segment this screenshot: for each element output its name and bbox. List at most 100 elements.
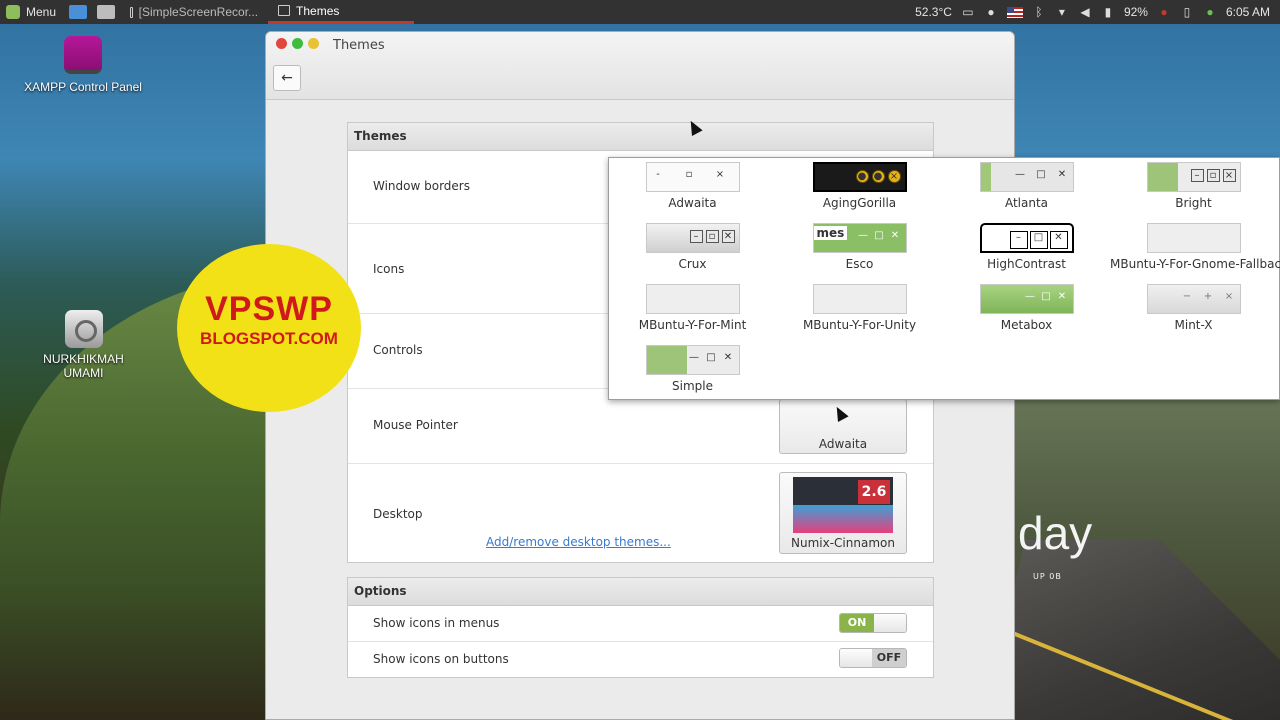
record-icon[interactable]: ● [1157,5,1171,19]
theme-name: Simple [672,379,713,393]
theme-tile-adwaita[interactable]: - ▫ × Adwaita [609,162,776,223]
theme-tile-atlanta[interactable]: — □ ✕ Atlanta [943,162,1110,223]
temperature-readout[interactable]: 52.3°C [915,5,952,19]
toggle-knob [840,649,874,667]
vpswp-watermark-logo: VPSWP BLOGSPOT.COM [177,244,361,412]
xampp-icon [64,36,102,74]
theme-preview: mes — □ ✕ [812,223,907,253]
window-icon [278,5,291,16]
toggle-knob [874,614,906,632]
theme-tile-simple[interactable]: — □ ✕ Simple [609,345,776,406]
theme-preview: – ▫ ✕ [645,223,740,253]
row-show-icons-on-buttons: Show icons on buttons OFF [348,642,933,678]
close-icon[interactable] [276,38,287,49]
theme-name: MBuntu-Y-For-Mint [638,318,747,332]
wallpaper-up-text: UP 0B [1033,572,1062,581]
theme-name: HighContrast [987,257,1066,271]
theme-tile-crux[interactable]: – ▫ ✕ Crux [609,223,776,284]
battery-percentage[interactable]: 92% [1124,5,1148,19]
row-show-icons-in-menus: Show icons in menus ON [348,606,933,642]
theme-tile-mint-x[interactable]: − + × Mint-X [1110,284,1277,345]
theme-tile-metabox[interactable]: — □ ✕ Metabox [943,284,1110,345]
files-launcher-icon[interactable] [97,5,116,19]
logo-line2: BLOGSPOT.COM [200,329,338,348]
add-remove-desktop-themes-link[interactable]: Add/remove desktop themes... [486,535,671,549]
theme-name: Esco [845,257,874,271]
battery-icon[interactable]: ▮ [1101,5,1115,19]
row-label: Show icons on buttons [373,652,509,666]
theme-name: MBuntu-Y-For-Unity [802,318,917,332]
theme-preview: - ▫ × [645,162,740,192]
theme-version-badge: 2.6 [858,480,890,504]
theme-tile-mbuntu-gnome-fallback[interactable]: MBuntu-Y-For-Gnome-Fallback [1110,223,1280,284]
row-label: Window borders [373,179,470,193]
top-panel: Menu [SimpleScreenRecor... Themes 52.3°C… [0,0,1280,24]
themes-section-heading: Themes [348,123,933,151]
row-label: Show icons in menus [373,616,500,630]
desktop-launcher-icon[interactable] [69,5,88,19]
options-section-heading: Options [348,578,933,606]
theme-tile-mbuntu-unity[interactable]: MBuntu-Y-For-Unity [776,284,943,345]
theme-tile-highcontrast[interactable]: – □ ✕ HighContrast [943,223,1110,284]
wifi-icon[interactable]: ▾ [1055,5,1069,19]
task-label: Themes [296,3,340,18]
show-icons-on-buttons-toggle[interactable]: OFF [839,648,907,668]
mouse-pointer-theme-name: Adwaita [818,437,868,451]
hard-drive-icon [64,310,103,348]
desktop-theme-button[interactable]: 2.6 Numix-Cinnamon [779,472,907,554]
show-icons-in-menus-toggle[interactable]: ON [839,613,907,633]
toggle-on-label: ON [840,614,874,632]
menu-label: Menu [26,5,57,19]
mint-logo-icon [6,5,20,19]
esco-preview-text: mes [813,226,848,240]
theme-preview [645,284,740,314]
minimize-icon[interactable] [308,38,319,49]
theme-preview: — □ ✕ [979,284,1074,314]
theme-preview: – □ ✕ [979,223,1074,253]
clipboard-icon[interactable]: ▯ [1180,5,1194,19]
desktop-icon-label: XAMPP Control Panel [24,80,142,94]
theme-tile-aginggorilla[interactable]: ● ● × AgingGorilla [776,162,943,223]
maximize-icon[interactable] [292,38,303,49]
menu-button[interactable]: Menu [0,0,64,24]
wallpaper-day-text: day [1018,507,1093,559]
theme-preview [1146,223,1241,253]
display-icon[interactable]: ▭ [961,5,975,19]
task-themes[interactable]: Themes [268,0,415,24]
theme-tile-esco[interactable]: mes — □ ✕ Esco [776,223,943,284]
keyboard-layout-flag-icon[interactable] [1006,6,1023,18]
options-section: Options Show icons in menus ON Show icon… [347,577,934,678]
volume-icon[interactable]: ◀ [1078,5,1092,19]
theme-tile-bright[interactable]: – ▫ × Bright [1110,162,1277,223]
desktop-icon-drive[interactable]: NURKHIKMAH UMAMI [36,310,131,380]
system-tray: 52.3°C ▭ ● ᛒ ▾ ◀ ▮ 92% ● ▯ ● 6:05 AM [915,5,1280,19]
theme-tile-mbuntu-mint[interactable]: MBuntu-Y-For-Mint [609,284,776,345]
arrow-left-icon: ← [281,70,293,86]
window-border-theme-popup: - ▫ × Adwaita ● ● × AgingGorilla — □ ✕ Atlanta… [608,157,1280,400]
theme-name: Adwaita [668,196,717,210]
window-title: Themes [333,38,385,53]
update-icon[interactable]: ● [1203,5,1217,19]
bluetooth-icon[interactable]: ᛒ [1032,5,1046,19]
theme-name: Metabox [1000,318,1053,332]
theme-name: AgingGorilla [822,196,897,210]
window-titlebar: Themes ← [266,32,1014,100]
row-label: Icons [373,262,405,276]
user-icon[interactable]: ● [984,5,998,19]
row-label: Controls [373,343,423,357]
row-label: Mouse Pointer [373,418,458,432]
clock[interactable]: 6:05 AM [1226,5,1270,19]
theme-preview: – ▫ × [1146,162,1241,192]
desktop-icon-xampp[interactable]: XAMPP Control Panel [18,36,148,94]
theme-name: Mint-X [1174,318,1213,332]
theme-preview: − + × [1146,284,1241,314]
row-label: Desktop [373,507,423,521]
desktop-theme-name: Numix-Cinnamon [791,536,895,550]
task-simplescreenrecorder[interactable]: [SimpleScreenRecor... [120,0,268,24]
desktop-theme-thumbnail: 2.6 [793,477,893,533]
theme-name: Bright [1175,196,1212,210]
row-desktop: Desktop Add/remove desktop themes... 2.6… [348,464,933,562]
theme-preview: — □ ✕ [979,162,1074,192]
back-button[interactable]: ← [273,65,301,91]
theme-name: MBuntu-Y-For-Gnome-Fallback [1110,257,1280,271]
